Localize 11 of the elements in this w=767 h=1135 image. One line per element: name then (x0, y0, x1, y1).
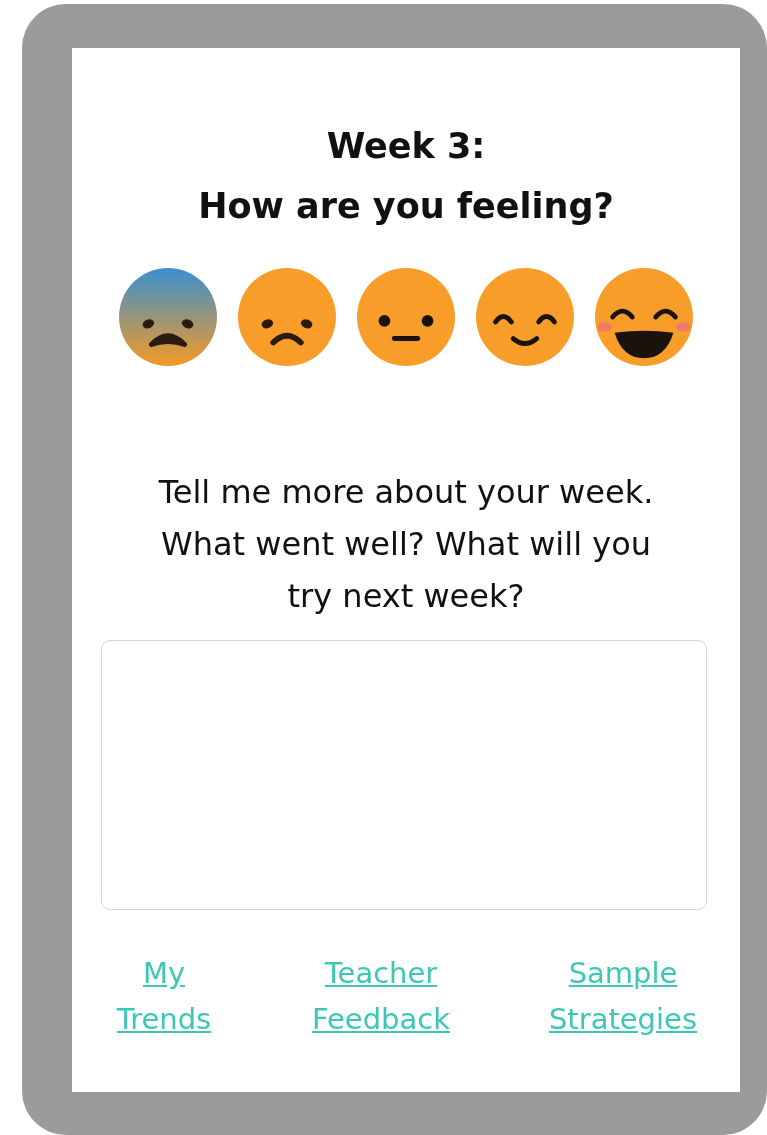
nav-link[interactable]: Sample Strategies (538, 950, 708, 1042)
nav-link[interactable]: Teacher Feedback (296, 950, 466, 1042)
grinning-face-icon[interactable] (595, 268, 693, 366)
smiling-face-icon[interactable] (476, 268, 574, 366)
feeling-question: How are you feeling? (198, 185, 614, 228)
sad-face-icon[interactable] (238, 268, 336, 366)
nav-link[interactable]: My Trends (104, 950, 224, 1042)
prompt-text: Tell me more about your week. What went well? What will you try next week? (157, 472, 655, 617)
week-title: Week 3: (326, 125, 486, 168)
fearful-face-icon[interactable] (119, 268, 217, 366)
neutral-face-icon[interactable] (357, 268, 455, 366)
